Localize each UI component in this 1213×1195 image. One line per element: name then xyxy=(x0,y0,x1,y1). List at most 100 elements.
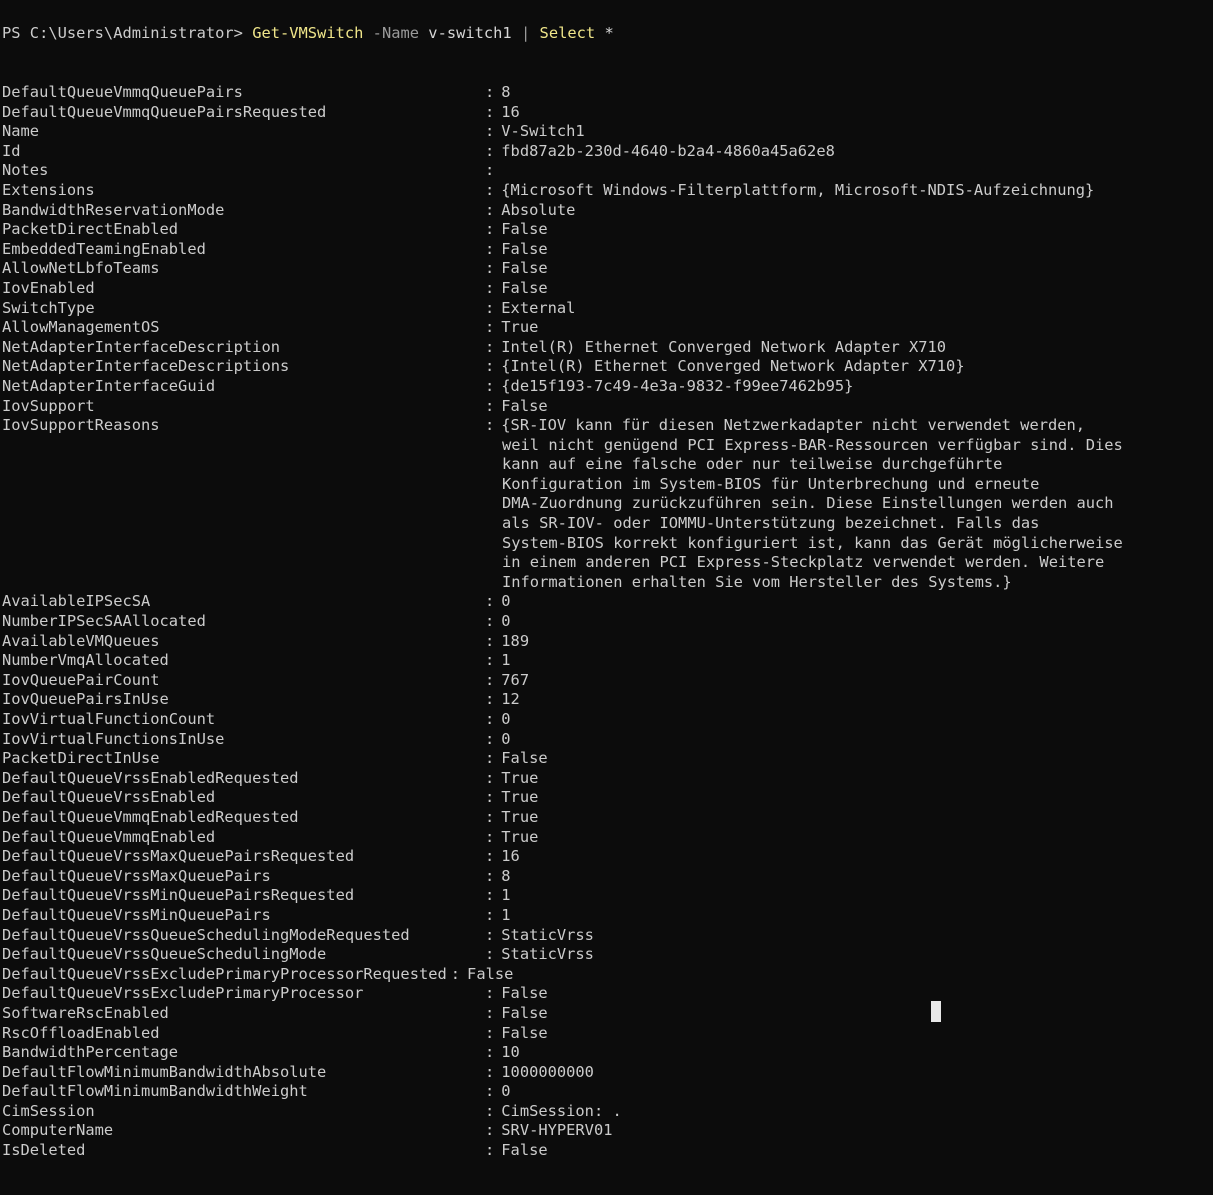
property-value: False xyxy=(501,259,548,278)
continuation-text: als SR-IOV- oder IOMMU-Unterstützung bez… xyxy=(502,514,1040,533)
property-separator: : xyxy=(485,827,495,846)
property-row: AvailableIPSecSA:0 xyxy=(2,592,1202,612)
property-separator: : xyxy=(485,1141,495,1160)
property-separator: : xyxy=(485,1101,495,1120)
property-name: AvailableIPSecSA xyxy=(2,592,151,611)
property-separator: : xyxy=(485,239,495,258)
property-value: Absolute xyxy=(501,200,576,219)
property-value: False xyxy=(501,984,548,1003)
parameter-value: v-switch1 xyxy=(428,24,512,42)
prompt-line: PS C:\Users\Administrator> Get-VMSwitch … xyxy=(2,24,614,44)
property-separator: : xyxy=(450,964,461,983)
property-row: IsDeleted: False xyxy=(2,1141,1202,1161)
property-row: NetAdapterInterfaceDescriptions: {Intel(R… xyxy=(2,357,1202,377)
property-value: 1 xyxy=(501,905,511,924)
property-value xyxy=(494,161,501,179)
property-name: DefaultFlowMinimumBandwidthWeight xyxy=(2,1082,308,1101)
property-row: BandwidthReservationMode: Absolute xyxy=(2,201,1202,221)
property-name: DefaultFlowMinimumBandwidthAbsolute xyxy=(2,1062,327,1081)
property-value: External xyxy=(501,298,576,317)
property-name: DefaultQueueVrssExcludePrimaryProcessor xyxy=(2,984,364,1003)
property-value: False xyxy=(467,964,514,983)
property-row: DefaultQueueVrssMaxQueuePairs:8 xyxy=(2,867,1202,887)
property-row: EmbeddedTeamingEnabled: False xyxy=(2,240,1202,260)
property-name: DefaultQueueVrssEnabledRequested xyxy=(2,768,299,787)
property-name: DefaultQueueVmmqEnabledRequested xyxy=(2,807,299,826)
property-name: DefaultQueueVrssMaxQueuePairsRequested xyxy=(2,847,355,866)
property-row: RscOffloadEnabled: False xyxy=(2,1024,1202,1044)
property-separator: : xyxy=(485,122,495,141)
property-name: DefaultQueueVrssMinQueuePairsRequested xyxy=(2,886,355,905)
property-value: True xyxy=(501,827,539,846)
property-separator: : xyxy=(485,847,495,866)
property-row: Name: V-Switch1 xyxy=(2,122,1202,142)
property-separator: : xyxy=(485,396,495,415)
property-row: DefaultQueueVrssEnabledRequested: True xyxy=(2,769,1202,789)
property-value: SRV-HYPERV01 xyxy=(501,1121,613,1140)
property-separator: : xyxy=(485,631,495,650)
property-value: False xyxy=(501,1023,548,1042)
property-name: SoftwareRscEnabled xyxy=(2,1003,169,1022)
property-separator: : xyxy=(485,768,495,787)
property-name: DefaultQueueVrssMaxQueuePairs xyxy=(2,866,271,885)
property-separator: : xyxy=(485,1121,495,1140)
property-name: SwitchType xyxy=(2,298,95,317)
property-name: AvailableVMQueues xyxy=(2,631,160,650)
property-value: 12 xyxy=(501,690,520,709)
property-name: IovSupport xyxy=(2,396,95,415)
property-row: DefaultQueueVmmqEnabledRequested: True xyxy=(2,808,1202,828)
property-row: DefaultQueueVmmqQueuePairs:8 xyxy=(2,83,1202,103)
property-name: NumberVmqAllocated xyxy=(2,651,169,670)
property-name: IovQueuePairCount xyxy=(2,670,160,689)
property-separator: : xyxy=(485,905,495,924)
property-name: DefaultQueueVmmqQueuePairs xyxy=(2,83,243,101)
property-separator: : xyxy=(485,886,495,905)
property-value: CimSession: . xyxy=(501,1101,622,1120)
property-separator: : xyxy=(485,161,495,180)
property-row: DefaultFlowMinimumBandwidthWeight:0 xyxy=(2,1082,1202,1102)
property-separator: : xyxy=(485,807,495,826)
property-value: 1 xyxy=(501,651,511,670)
property-value: 0 xyxy=(501,612,511,631)
property-separator: : xyxy=(485,945,495,964)
property-name: BandwidthReservationMode xyxy=(2,200,225,219)
property-row: SoftwareRscEnabled: False xyxy=(2,1004,1202,1024)
property-separator: : xyxy=(485,376,495,395)
property-separator: : xyxy=(485,788,495,807)
property-separator: : xyxy=(485,259,495,278)
text-cursor xyxy=(931,1001,941,1022)
property-value: 189 xyxy=(501,631,530,650)
property-separator: : xyxy=(485,710,495,728)
property-value: False xyxy=(501,239,548,258)
property-value-continuation: System-BIOS korrekt konfiguriert ist, ka… xyxy=(2,534,1202,554)
property-name: NetAdapterInterfaceDescriptions xyxy=(2,357,290,376)
property-value-continuation: in einem anderen PCI Express-Steckplatz … xyxy=(2,553,1202,573)
pipe-operator: | xyxy=(520,24,531,42)
property-name: ComputerName xyxy=(2,1121,114,1140)
property-row: DefaultFlowMinimumBandwidthAbsolute:1000… xyxy=(2,1063,1202,1083)
property-value: StaticVrss xyxy=(501,925,594,944)
property-separator: : xyxy=(485,1003,495,1022)
property-separator: : xyxy=(485,102,495,121)
property-separator: : xyxy=(485,670,495,689)
property-separator: : xyxy=(485,1062,495,1081)
powershell-terminal[interactable]: PS C:\Users\Administrator> Get-VMSwitch … xyxy=(0,0,1213,1195)
property-value: True xyxy=(501,807,539,826)
property-separator: : xyxy=(485,749,495,768)
property-separator: : xyxy=(485,200,495,219)
property-row: DefaultQueueVrssExcludePrimaryProcessorR… xyxy=(2,965,1202,985)
property-name: DefaultQueueVrssQueueSchedulingMode xyxy=(2,945,327,964)
property-value: Intel(R) Ethernet Converged Network Adap… xyxy=(501,337,947,356)
continuation-text: weil nicht genügend PCI Express-BAR-Ress… xyxy=(502,435,1123,454)
property-name: Extensions xyxy=(2,180,95,199)
property-row: IovVirtualFunctionCount:0 xyxy=(2,710,1202,730)
property-value: 767 xyxy=(501,670,530,689)
property-value: {SR-IOV kann für diesen Netzwerkadapter … xyxy=(501,416,1086,435)
property-value: 16 xyxy=(501,102,520,121)
property-value: False xyxy=(501,1003,548,1022)
property-row: DefaultQueueVrssMaxQueuePairsRequested:1… xyxy=(2,847,1202,867)
property-separator: : xyxy=(485,180,495,199)
